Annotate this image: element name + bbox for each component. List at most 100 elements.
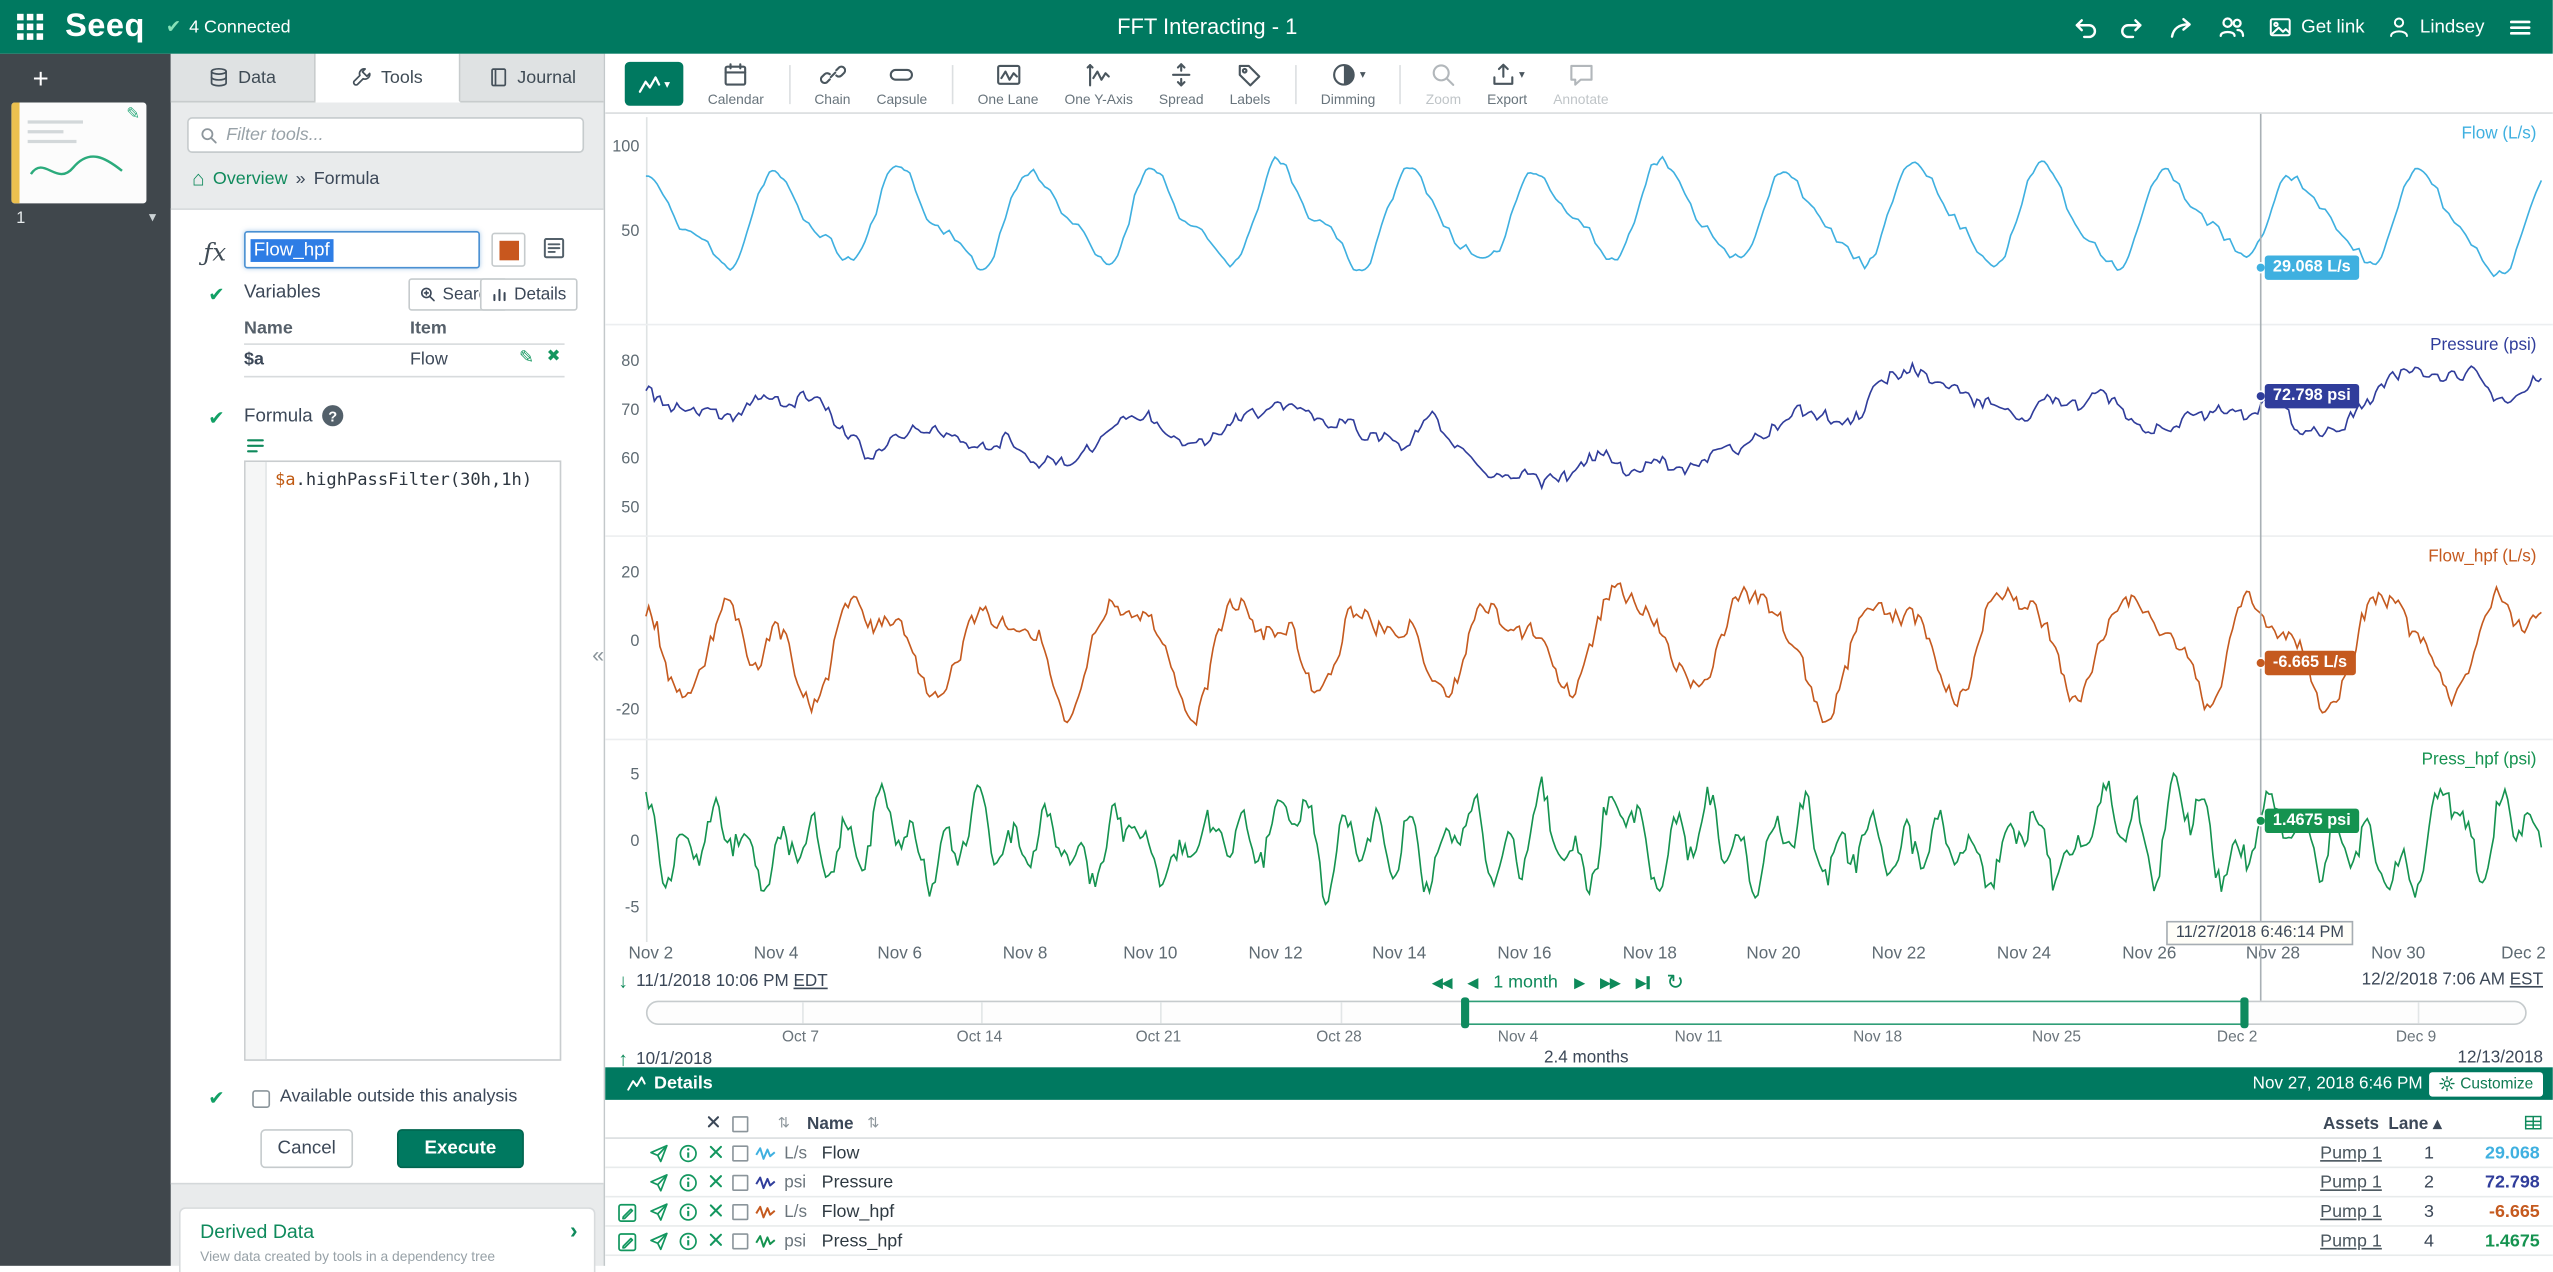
step-forward-half-icon[interactable]: ▶▶: [1600, 974, 1619, 992]
execute-button[interactable]: Execute: [397, 1129, 524, 1168]
remove-icon[interactable]: [708, 1202, 724, 1218]
info-icon[interactable]: [678, 1144, 698, 1164]
range-end-label[interactable]: 12/2/2018 7:06 AM EST: [2362, 970, 2543, 990]
sort-icon[interactable]: ⇅: [867, 1114, 879, 1132]
customize-button[interactable]: Customize: [2429, 1071, 2543, 1095]
table-view-icon[interactable]: [2523, 1113, 2543, 1133]
step-to-now-icon[interactable]: ▶: [1636, 974, 1651, 992]
tab-journal[interactable]: Journal: [460, 54, 603, 103]
derived-data-section[interactable]: Derived Data › View data created by tool…: [179, 1207, 596, 1272]
available-outside-checkbox[interactable]: [252, 1090, 270, 1108]
toolbar-button-labels[interactable]: Labels: [1218, 61, 1282, 107]
send-icon[interactable]: [649, 1202, 669, 1222]
filter-tools-field[interactable]: [226, 125, 571, 145]
select-all-checkbox[interactable]: [732, 1116, 748, 1132]
row-checkbox[interactable]: [732, 1145, 748, 1161]
overview-timeline-track[interactable]: [646, 1001, 2527, 1025]
toolbar-button-chain[interactable]: Chain: [803, 61, 862, 107]
code-variable-token: $a: [275, 470, 296, 490]
trend-cursor-line[interactable]: [2260, 114, 2262, 1001]
users-icon[interactable]: [2218, 13, 2246, 41]
remove-icon[interactable]: [708, 1232, 724, 1248]
row-checkbox[interactable]: [732, 1175, 748, 1191]
tab-data[interactable]: Data: [171, 54, 316, 103]
worksheet-caret-icon[interactable]: ▾: [149, 208, 156, 226]
edit-variable-icon[interactable]: ✎: [519, 347, 534, 368]
get-link-button[interactable]: Get link: [2269, 15, 2365, 39]
toolbar-button-calendar[interactable]: Calendar: [696, 61, 775, 107]
connection-status[interactable]: ✔ 4 Connected: [166, 16, 291, 37]
undo-icon[interactable]: [2072, 14, 2098, 40]
info-icon[interactable]: [678, 1173, 698, 1193]
remove-variable-icon[interactable]: ✖: [547, 348, 561, 366]
overview-selection[interactable]: [1466, 1001, 2245, 1025]
toolbar-button-dimming[interactable]: ▾Dimming: [1309, 61, 1386, 107]
send-icon[interactable]: [649, 1173, 669, 1193]
timezone-link[interactable]: EST: [2510, 970, 2543, 990]
send-icon[interactable]: [649, 1144, 669, 1164]
row-name: Pressure: [822, 1172, 894, 1192]
info-icon[interactable]: [678, 1202, 698, 1222]
step-forward-icon[interactable]: ▶: [1574, 974, 1584, 992]
item-properties-icon[interactable]: [542, 236, 566, 260]
details-row-flow[interactable]: L/sFlowPump 1129.068: [605, 1139, 2553, 1168]
chevron-right-icon[interactable]: ›: [570, 1217, 578, 1243]
row-asset-link[interactable]: Pump 1: [2310, 1231, 2391, 1251]
derived-data-title[interactable]: Derived Data: [200, 1220, 314, 1243]
row-asset-link[interactable]: Pump 1: [2310, 1172, 2391, 1192]
worksheet-thumbnail[interactable]: ✎: [11, 103, 146, 204]
derived-item-icon[interactable]: [617, 1202, 638, 1223]
cancel-button[interactable]: Cancel: [260, 1129, 353, 1168]
step-back-icon[interactable]: ◀: [1467, 974, 1477, 992]
range-start-label[interactable]: 11/1/2018 10:06 PM EDT: [636, 971, 828, 991]
toolbar-button-spread[interactable]: Spread: [1148, 61, 1215, 107]
sort-icon[interactable]: ⇅: [778, 1114, 790, 1132]
timezone-link[interactable]: EDT: [794, 971, 828, 991]
trend-lanes[interactable]: Flow (L/s)10050Pressure (psi)80706050Flo…: [605, 114, 2553, 942]
remove-icon[interactable]: [708, 1144, 724, 1160]
toolbar-button-export[interactable]: ▾Export: [1476, 61, 1539, 107]
send-icon[interactable]: [649, 1232, 669, 1252]
item-name-input[interactable]: Flow_hpf: [244, 231, 480, 268]
row-checkbox[interactable]: [732, 1204, 748, 1220]
color-swatch-button[interactable]: [491, 233, 525, 267]
refresh-icon[interactable]: ↻: [1666, 970, 1684, 996]
collapse-panel-icon[interactable]: «: [592, 643, 604, 667]
lane-column-header[interactable]: Lane ▴: [2388, 1114, 2441, 1134]
derived-item-icon[interactable]: [617, 1232, 638, 1253]
seeq-logo[interactable]: Seeq: [65, 8, 145, 45]
info-icon[interactable]: [678, 1232, 698, 1252]
details-row-flow-hpf[interactable]: L/sFlow_hpfPump 13-6.665: [605, 1197, 2553, 1226]
duration-label[interactable]: 1 month: [1493, 973, 1558, 993]
remove-all-icon[interactable]: [706, 1114, 721, 1129]
overview-handle-left[interactable]: [1461, 997, 1469, 1028]
tab-tools[interactable]: Tools: [316, 54, 461, 103]
variable-details-button[interactable]: Details: [480, 278, 578, 311]
assets-column-header[interactable]: Assets: [2310, 1114, 2391, 1134]
row-asset-link[interactable]: Pump 1: [2310, 1202, 2391, 1222]
help-icon[interactable]: ?: [322, 405, 343, 426]
toolbar-button-one-lane[interactable]: One Lane: [966, 61, 1050, 107]
details-row-press-hpf[interactable]: psiPress_hpfPump 141.4675: [605, 1227, 2553, 1256]
home-icon[interactable]: ⌂: [192, 166, 205, 190]
hamburger-menu-icon[interactable]: [2507, 14, 2533, 40]
share-arrow-icon[interactable]: [2169, 14, 2195, 40]
overview-handle-right[interactable]: [2240, 997, 2248, 1028]
row-checkbox[interactable]: [732, 1233, 748, 1249]
apps-grid-icon[interactable]: [16, 13, 44, 41]
add-worksheet-button[interactable]: +: [23, 62, 59, 98]
name-column-header[interactable]: Name: [807, 1114, 854, 1134]
row-asset-link[interactable]: Pump 1: [2310, 1143, 2391, 1163]
formula-code-editor[interactable]: $a.highPassFilter(30h,1h): [244, 460, 561, 1060]
trend-view-dropdown[interactable]: ▾: [625, 62, 684, 106]
filter-tools-input[interactable]: [187, 117, 584, 153]
details-row-pressure[interactable]: psiPressurePump 1272.798: [605, 1168, 2553, 1197]
toolbar-button-capsule[interactable]: Capsule: [865, 61, 939, 107]
remove-icon[interactable]: [708, 1173, 724, 1189]
step-back-half-icon[interactable]: ◀◀: [1432, 974, 1451, 992]
formula-lines-icon[interactable]: [246, 436, 266, 456]
redo-icon[interactable]: [2121, 14, 2147, 40]
breadcrumb-overview-link[interactable]: Overview: [213, 168, 288, 188]
toolbar-button-one-y-axis[interactable]: One Y-Axis: [1053, 61, 1144, 107]
user-menu[interactable]: Lindsey: [2387, 15, 2484, 39]
